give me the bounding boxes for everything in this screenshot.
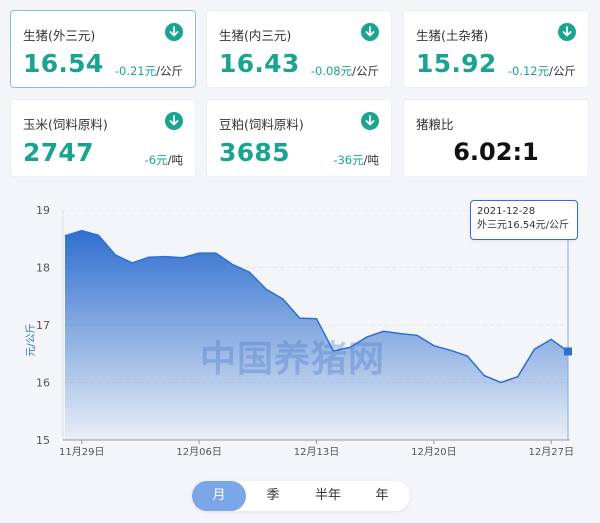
card-unit: /公斤: [549, 64, 576, 78]
card-unit: /吨: [363, 153, 379, 167]
down-arrow-icon: [361, 112, 379, 130]
card-price: 2747: [23, 138, 94, 167]
price-cards: 生猪(外三元) 16.54 -0.21元/公斤 生猪(内三元) 16.43 -0…: [10, 10, 593, 180]
x-tick-label: 12月13日: [294, 446, 339, 458]
card-change: -0.21元/公斤: [115, 63, 183, 79]
tab-half-year[interactable]: 半年: [301, 481, 355, 511]
x-tick-label: 11月29日: [59, 446, 104, 458]
y-tick-labels: 15 16 17 18 19: [36, 204, 50, 447]
x-tick-label: 12月06日: [176, 446, 221, 458]
card-name: 玉米(饲料原料): [23, 117, 108, 132]
chart-tooltip: 2021-12-28 外三元16.54元/公斤: [470, 200, 578, 240]
card-name: 豆粕(饲料原料): [219, 117, 304, 132]
y-tick-label: 19: [36, 204, 50, 217]
x-tick-label: 12月27日: [529, 446, 574, 458]
card-change: -36元/吨: [333, 152, 379, 168]
x-tick-label: 12月20日: [411, 446, 456, 458]
card-delta: -36元: [333, 153, 364, 167]
tab-quarter[interactable]: 季: [246, 481, 300, 511]
y-tick-label: 15: [36, 434, 50, 447]
card-name: 猪粮比: [416, 117, 454, 132]
tab-year[interactable]: 年: [355, 481, 409, 511]
hover-point[interactable]: [564, 347, 572, 356]
card-hog-grain-ratio[interactable]: 猪粮比 6.02:1: [403, 99, 589, 177]
card-change: -6元/吨: [145, 152, 183, 168]
card-unit: /公斤: [156, 64, 183, 78]
y-tick-label: 18: [36, 262, 50, 275]
card-pig-neisanyuan[interactable]: 生猪(内三元) 16.43 -0.08元/公斤: [206, 10, 392, 88]
tooltip-value: 外三元16.54元/公斤: [477, 220, 569, 231]
card-change: -0.12元/公斤: [508, 63, 576, 79]
y-tick-label: 16: [36, 377, 50, 390]
down-arrow-icon: [165, 112, 183, 130]
card-delta: -0.21元: [114, 64, 157, 78]
card-name: 生猪(内三元): [219, 28, 292, 43]
card-name: 生猪(外三元): [23, 28, 96, 43]
y-axis-label: 元/公斤: [25, 323, 37, 356]
down-arrow-icon: [165, 23, 183, 41]
card-soybean-meal[interactable]: 豆粕(饲料原料) 3685 -36元/吨: [206, 99, 392, 177]
card-price: 15.92: [416, 49, 497, 78]
tooltip-date: 2021-12-28: [477, 206, 536, 217]
card-delta: -0.08元: [310, 64, 353, 78]
period-tabs: 月 季 半年 年: [192, 481, 410, 511]
down-arrow-icon: [558, 23, 576, 41]
watermark: 中国养猪网: [200, 339, 386, 380]
card-unit: /吨: [167, 153, 183, 167]
card-pig-tuzazhu[interactable]: 生猪(土杂猪) 15.92 -0.12元/公斤: [403, 10, 589, 88]
ratio-value: 6.02:1: [453, 138, 539, 166]
down-arrow-icon: [361, 23, 379, 41]
card-delta: -0.12元: [507, 64, 550, 78]
card-price: 16.43: [219, 49, 300, 78]
card-change: -0.08元/公斤: [311, 63, 379, 79]
card-price: 16.54: [23, 49, 104, 78]
card-price: 3685: [219, 138, 290, 167]
card-name: 生猪(土杂猪): [416, 28, 489, 43]
x-tick-labels: 11月29日 12月06日 12月13日 12月20日 12月27日: [59, 440, 574, 458]
y-tick-label: 17: [36, 319, 50, 332]
tab-month[interactable]: 月: [192, 481, 246, 511]
card-corn[interactable]: 玉米(饲料原料) 2747 -6元/吨: [10, 99, 196, 177]
card-delta: -6元: [144, 153, 168, 167]
card-pig-waisanyuan[interactable]: 生猪(外三元) 16.54 -0.21元/公斤: [10, 10, 196, 88]
card-unit: /公斤: [352, 64, 379, 78]
